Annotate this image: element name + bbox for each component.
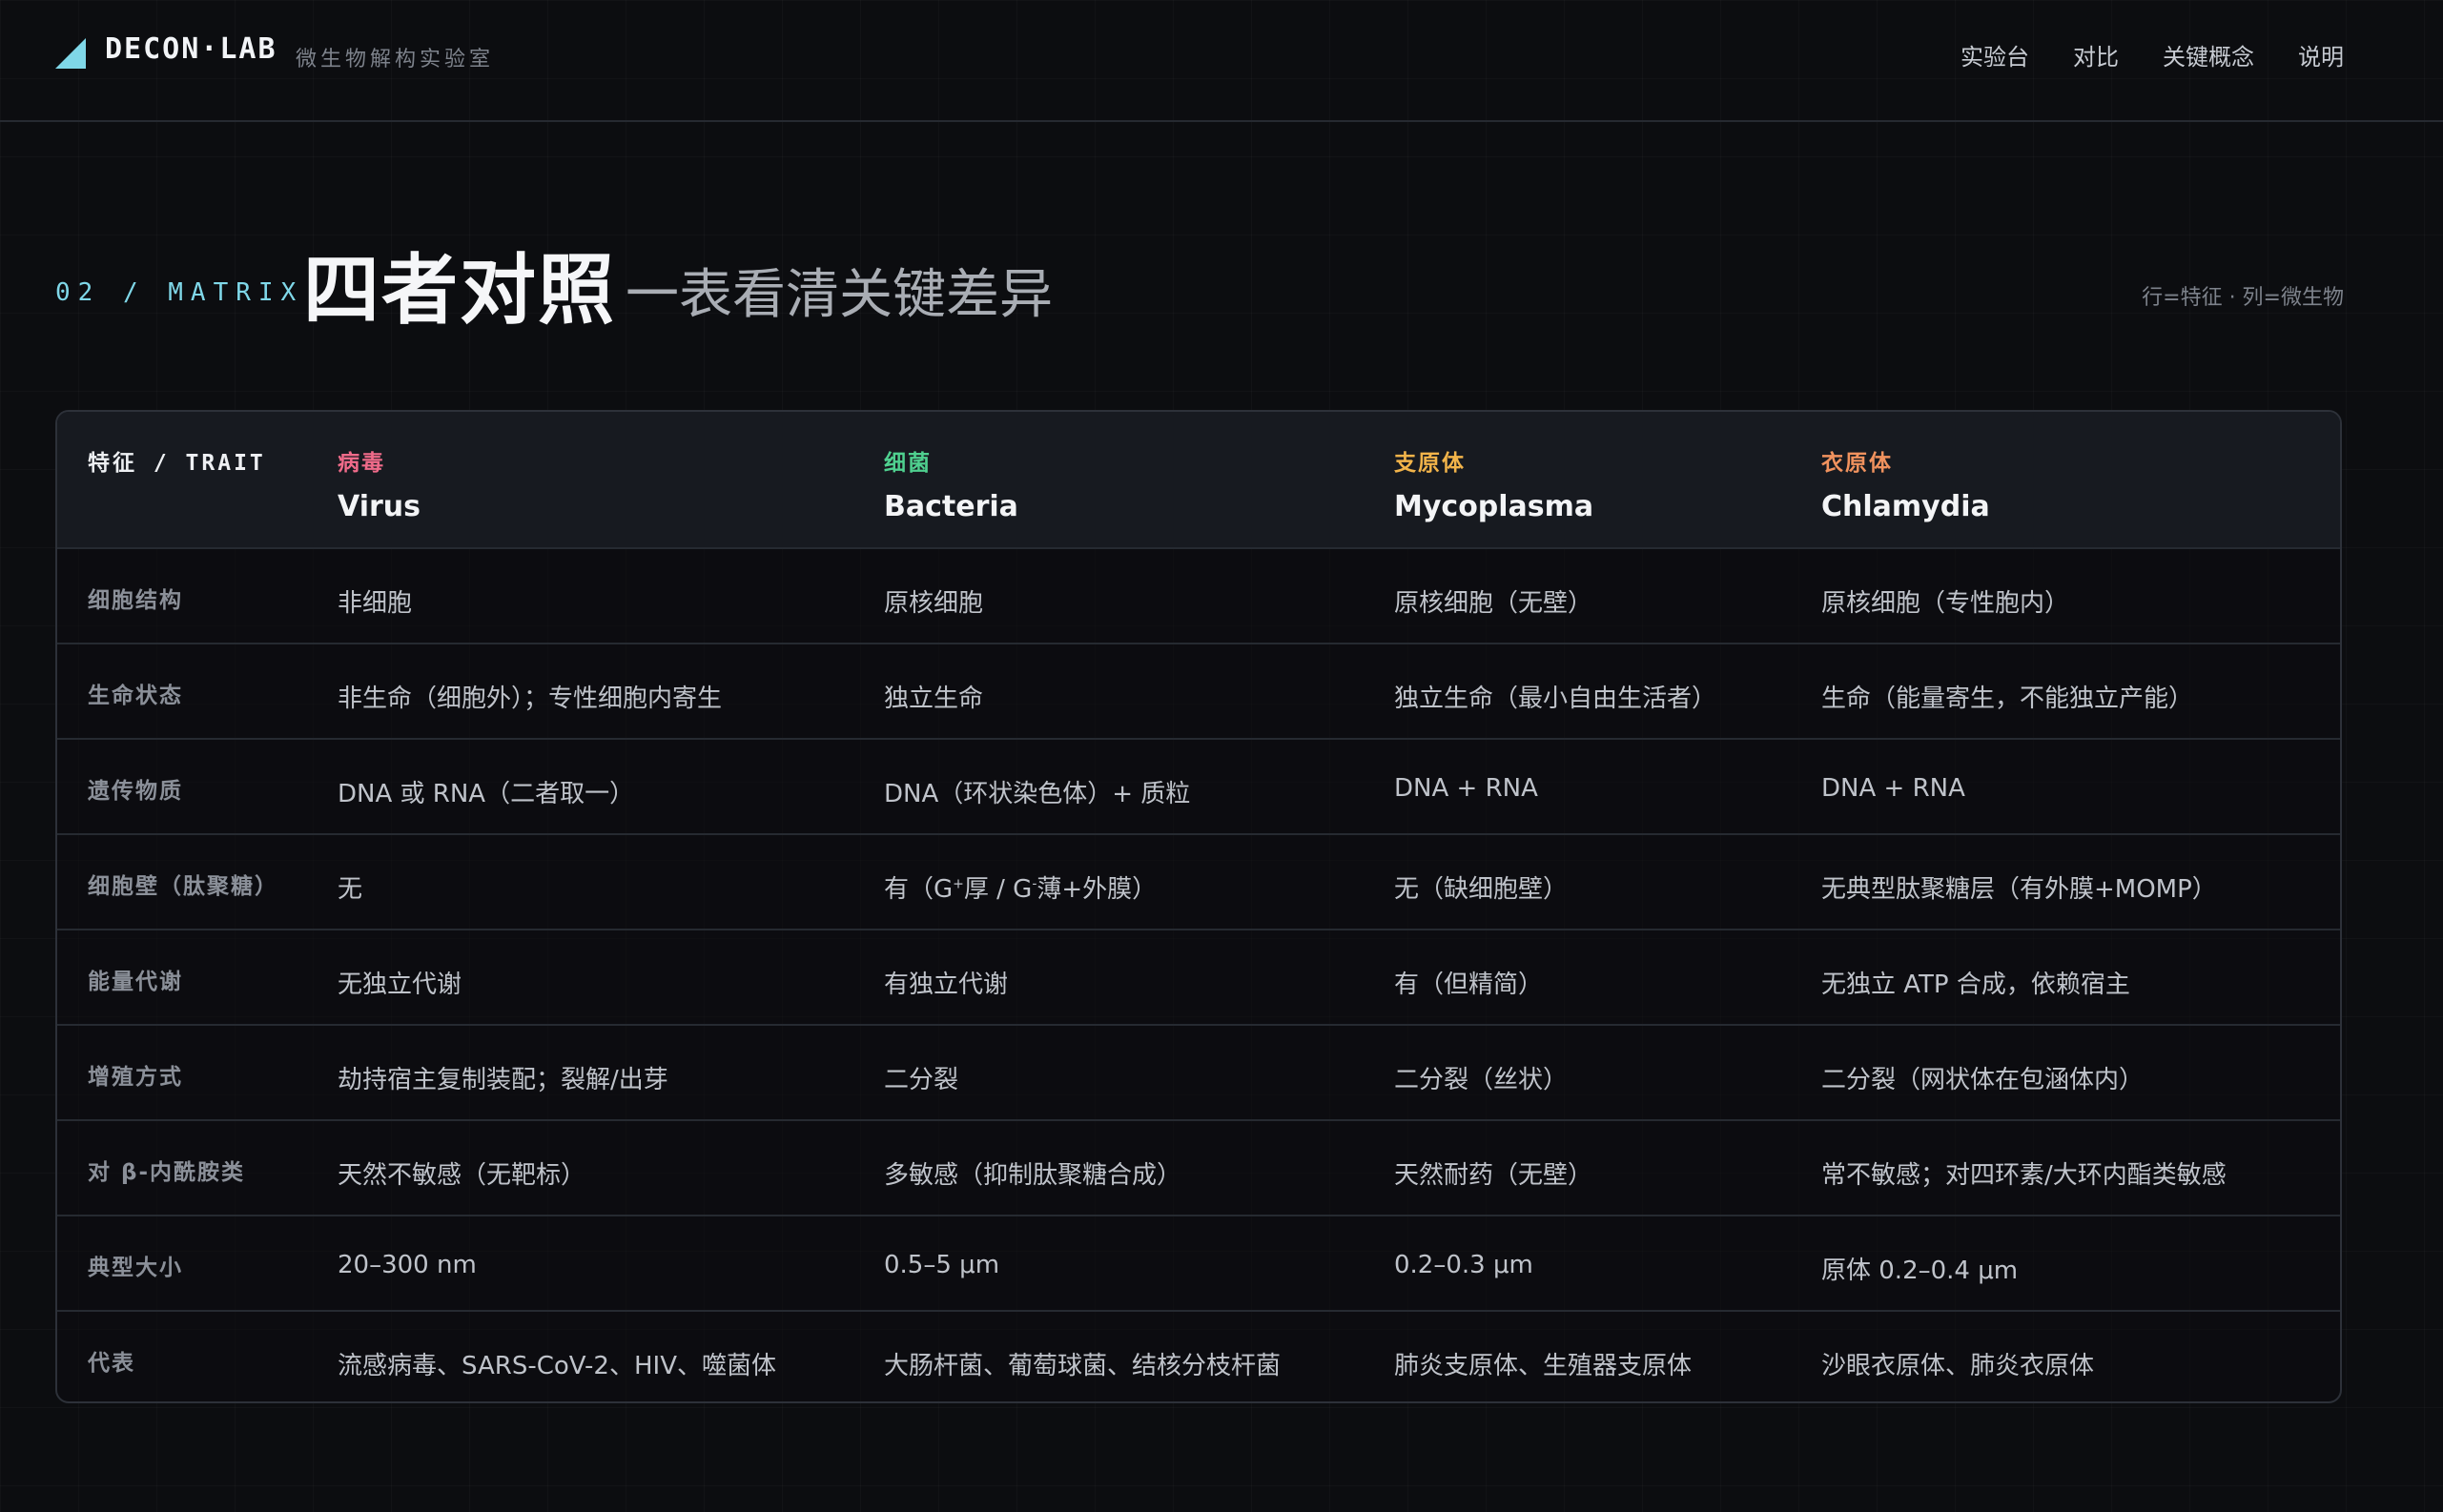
brand-subtitle: 微生物解构实验室 — [296, 48, 495, 72]
table-cell: 二分裂（丝状） — [1394, 1066, 1569, 1094]
top-nav: 实验台 对比 关键概念 说明 — [1961, 38, 2344, 72]
table-cell: DNA（环状染色体）+ 质粒 — [884, 780, 1191, 808]
page-title: 四者对照 — [303, 246, 616, 335]
organism-en-label: Bacteria — [884, 490, 1018, 523]
organism-en-label: Chlamydia — [1821, 490, 1990, 523]
page-subtitle: 一表看清关键差异 — [626, 264, 1053, 326]
table-cell: 0.2–0.3 μm — [1394, 1251, 1533, 1279]
table-cell: 流感病毒、SARS-CoV-2、HIV、噬菌体 — [338, 1352, 776, 1380]
table-cell: 无（缺细胞壁） — [1394, 875, 1569, 904]
table-cell: 有（但精简） — [1394, 971, 1544, 999]
table-cell: 肺炎支原体、生殖器支原体 — [1394, 1352, 1693, 1380]
table-cell: 原核细胞 — [884, 589, 984, 618]
table-cell: 无典型肽聚糖层（有外膜+MOMP） — [1821, 875, 2217, 904]
trait-column-header: 特征 / TRAIT — [88, 451, 266, 476]
trait-label: 代表 — [88, 1351, 135, 1376]
table-cell: 大肠杆菌、葡萄球菌、结核分枝杆菌 — [884, 1352, 1282, 1380]
column-header-bacteria: 细菌 Bacteria — [883, 412, 1393, 548]
table-cell: 天然耐药（无壁） — [1394, 1161, 1593, 1190]
comparison-matrix: 特征 / TRAIT 病毒 Virus 细菌 Bacteria 支原体 Myco… — [55, 410, 2342, 1403]
table-cell: DNA + RNA — [1821, 774, 1965, 803]
table-cell: DNA + RNA — [1394, 774, 1538, 803]
table-cell: 原核细胞（无壁） — [1394, 589, 1593, 618]
matrix-axis-hint: 行=特征 · 列=微生物 — [2142, 286, 2344, 310]
trait-label: 典型大小 — [88, 1256, 183, 1280]
trait-label: 能量代谢 — [88, 970, 183, 994]
organism-cn-label: 支原体 — [1394, 451, 1466, 476]
table-cell: 多敏感（抑制肽聚糖合成） — [884, 1161, 1182, 1190]
table-row: 遗传物质 DNA 或 RNA（二者取一） DNA（环状染色体）+ 质粒 DNA … — [57, 739, 2340, 834]
table-cell: 二分裂 — [884, 1066, 959, 1094]
nav-item-instructions[interactable]: 说明 — [2298, 38, 2344, 72]
nav-item-key-concepts[interactable]: 关键概念 — [2163, 38, 2254, 72]
table-cell: 天然不敏感（无靶标） — [338, 1161, 586, 1190]
trait-label: 生命状态 — [88, 684, 183, 708]
table-row: 增殖方式 劫持宿主复制装配；裂解/出芽 二分裂 二分裂（丝状） 二分裂（网状体在… — [57, 1025, 2340, 1120]
table-cell: 常不敏感；对四环素/大环内酯类敏感 — [1821, 1161, 2227, 1190]
table-cell: 非生命（细胞外）；专性细胞内寄生 — [338, 684, 723, 713]
table-cell: 劫持宿主复制装配；裂解/出芽 — [338, 1066, 668, 1094]
table-cell: DNA 或 RNA（二者取一） — [338, 780, 635, 808]
table-row: 对 β-内酰胺类 天然不敏感（无靶标） 多敏感（抑制肽聚糖合成） 天然耐药（无壁… — [57, 1120, 2340, 1216]
organism-cn-label: 病毒 — [338, 451, 385, 476]
table-cell: 有独立代谢 — [884, 971, 1009, 999]
table-cell: 无独立代谢 — [338, 971, 462, 999]
table-row: 生命状态 非生命（细胞外）；专性细胞内寄生 独立生命 独立生命（最小自由生活者）… — [57, 644, 2340, 739]
table-row: 典型大小 20–300 nm 0.5–5 μm 0.2–0.3 μm 原体 0.… — [57, 1216, 2340, 1311]
table-header-row: 特征 / TRAIT 病毒 Virus 细菌 Bacteria 支原体 Myco… — [57, 412, 2340, 548]
table-cell: 沙眼衣原体、肺炎衣原体 — [1821, 1352, 2095, 1380]
table-cell: 无独立 ATP 合成，依赖宿主 — [1821, 971, 2130, 999]
table-cell: 原核细胞（专性胞内） — [1821, 589, 2070, 618]
section-index: 02 / MATRIX — [55, 278, 304, 307]
table-cell: 非细胞 — [338, 589, 413, 618]
trait-label: 细胞壁（肽聚糖） — [88, 874, 278, 899]
column-header-virus: 病毒 Virus — [337, 412, 883, 548]
top-bar: DECON·LAB 微生物解构实验室 实验台 对比 关键概念 说明 — [0, 0, 2443, 122]
table-cell: 二分裂（网状体在包涵体内） — [1821, 1066, 2145, 1094]
table-cell: 独立生命 — [884, 684, 984, 713]
comparison-table: 特征 / TRAIT 病毒 Virus 细菌 Bacteria 支原体 Myco… — [57, 412, 2340, 1401]
trait-label: 增殖方式 — [88, 1065, 183, 1090]
organism-en-label: Mycoplasma — [1394, 490, 1594, 523]
nav-item-compare[interactable]: 对比 — [2073, 38, 2119, 72]
table-cell: 20–300 nm — [338, 1251, 477, 1279]
table-cell: 有（G+厚 / G-薄+外膜） — [884, 875, 1158, 904]
nav-item-lab-bench[interactable]: 实验台 — [1961, 38, 2029, 72]
table-cell: 独立生命（最小自由生活者） — [1394, 684, 1717, 713]
trait-label: 对 β-内酰胺类 — [88, 1160, 246, 1185]
table-cell: 无 — [338, 875, 363, 904]
trait-label: 遗传物质 — [88, 779, 183, 804]
trait-label: 细胞结构 — [88, 588, 183, 613]
table-row: 细胞结构 非细胞 原核细胞 原核细胞（无壁） 原核细胞（专性胞内） — [57, 548, 2340, 644]
organism-cn-label: 衣原体 — [1821, 451, 1893, 476]
table-cell: 生命（能量寄生，不能独立产能） — [1821, 684, 2194, 713]
logo-triangle-icon — [55, 38, 86, 69]
table-cell: 0.5–5 μm — [884, 1251, 1000, 1279]
table-row: 代表 流感病毒、SARS-CoV-2、HIV、噬菌体 大肠杆菌、葡萄球菌、结核分… — [57, 1311, 2340, 1401]
table-cell: 原体 0.2–0.4 μm — [1821, 1257, 2019, 1285]
table-row: 细胞壁（肽聚糖） 无 有（G+厚 / G-薄+外膜） 无（缺细胞壁） 无典型肽聚… — [57, 834, 2340, 930]
column-header-mycoplasma: 支原体 Mycoplasma — [1393, 412, 1820, 548]
organism-cn-label: 细菌 — [884, 451, 932, 476]
brand-name: DECON·LAB — [105, 32, 277, 66]
table-row: 能量代谢 无独立代谢 有独立代谢 有（但精简） 无独立 ATP 合成，依赖宿主 — [57, 930, 2340, 1025]
organism-en-label: Virus — [338, 490, 421, 523]
column-header-chlamydia: 衣原体 Chlamydia — [1820, 412, 2340, 548]
